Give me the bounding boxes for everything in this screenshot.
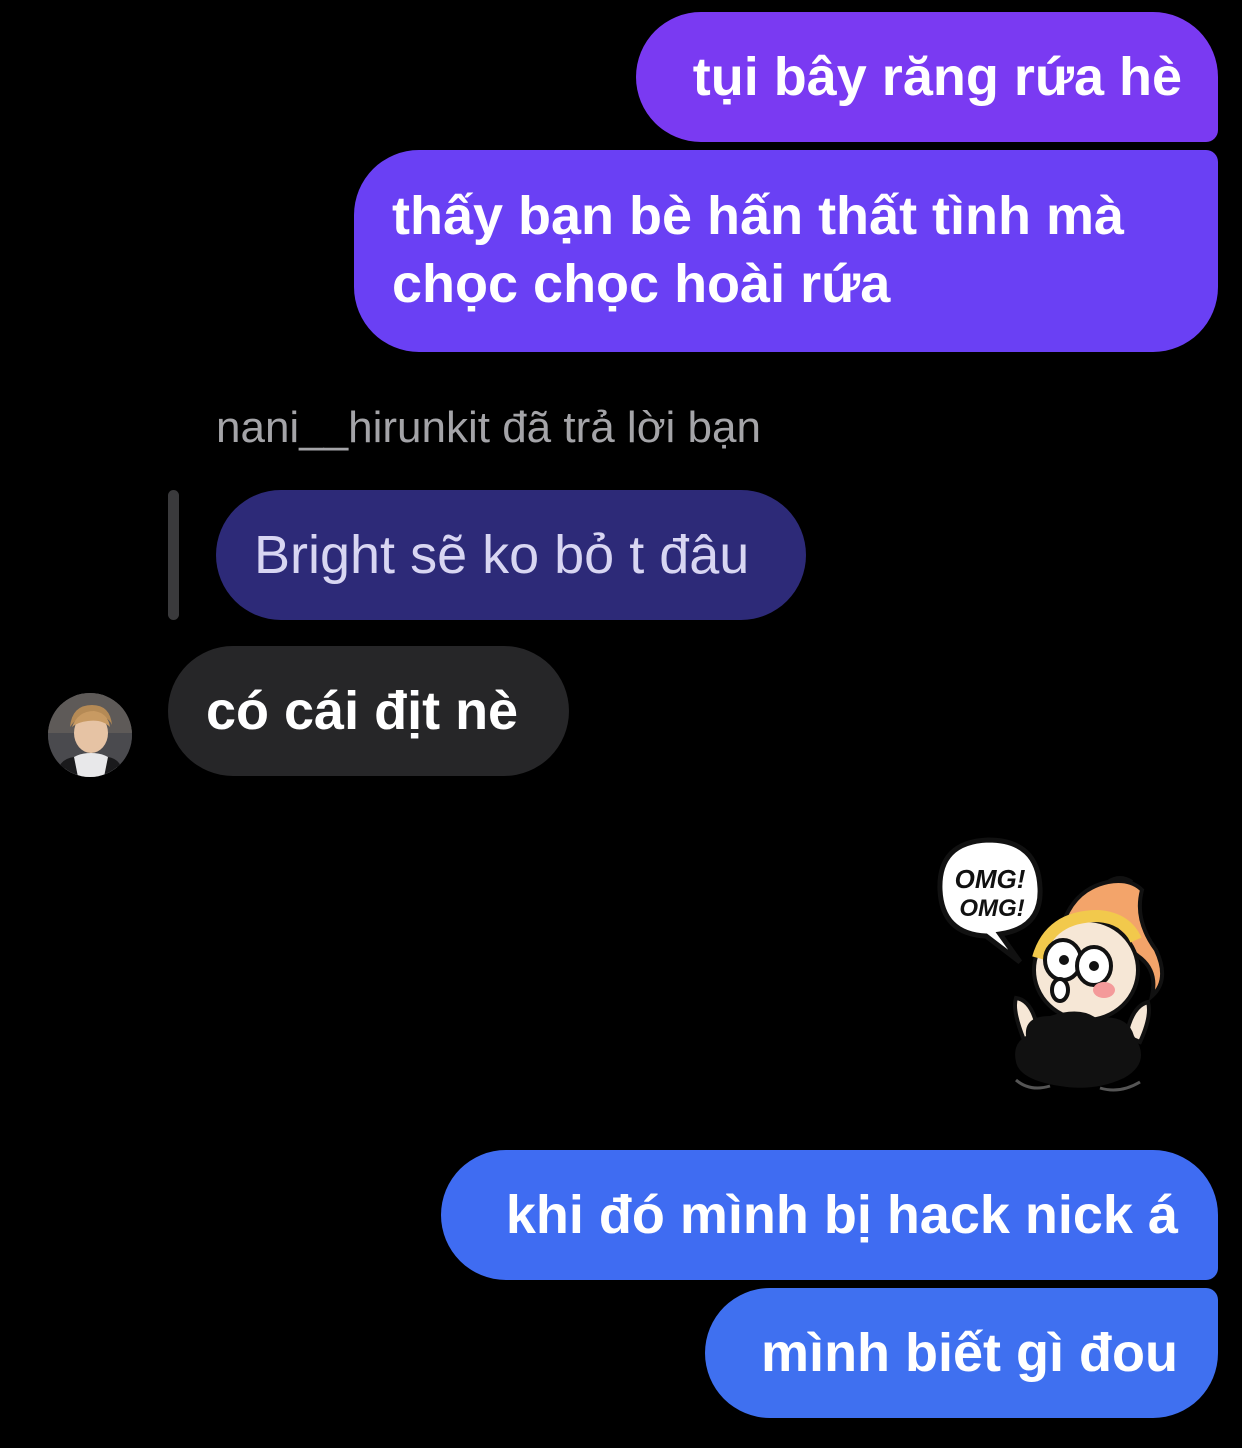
omg-girl-sticker-icon[interactable]: OMG! OMG!	[920, 830, 1190, 1100]
sent-message-4[interactable]: mình biết gì đou	[705, 1288, 1218, 1418]
sent-message-4-text: mình biết gì đou	[761, 1323, 1178, 1383]
sticker-text-1: OMG!	[955, 864, 1026, 894]
sent-message-3-text: khi đó mình bị hack nick á	[505, 1185, 1178, 1245]
sent-message-2-line-1: thấy bạn bè hấn thất tình mà	[392, 186, 1125, 246]
reply-caption: nani__hirunkit đã trả lời bạn	[216, 403, 761, 452]
avatar[interactable]	[48, 693, 132, 777]
sent-message-3[interactable]: khi đó mình bị hack nick á	[441, 1150, 1218, 1280]
sticker-art: OMG! OMG!	[937, 837, 1164, 1092]
received-message-text: có cái địt nè	[206, 681, 519, 741]
quoted-message[interactable]: Bright sẽ ko bỏ t đâu	[216, 490, 806, 620]
reply-indicator-bar	[168, 490, 179, 620]
received-message[interactable]: có cái địt nè	[168, 646, 569, 776]
quoted-message-text: Bright sẽ ko bỏ t đâu	[254, 525, 750, 585]
avatar-photo-icon	[48, 693, 132, 777]
sent-message-1[interactable]: tụi bây răng rứa hè	[636, 12, 1218, 142]
sent-message-1-text: tụi bây răng rứa hè	[692, 47, 1182, 107]
sticker-text-2: OMG!	[959, 895, 1024, 922]
sent-message-2-line-2: chọc chọc hoài rứa	[392, 254, 891, 314]
sent-message-2[interactable]: thấy bạn bè hấn thất tình mà chọc chọc h…	[354, 150, 1218, 352]
